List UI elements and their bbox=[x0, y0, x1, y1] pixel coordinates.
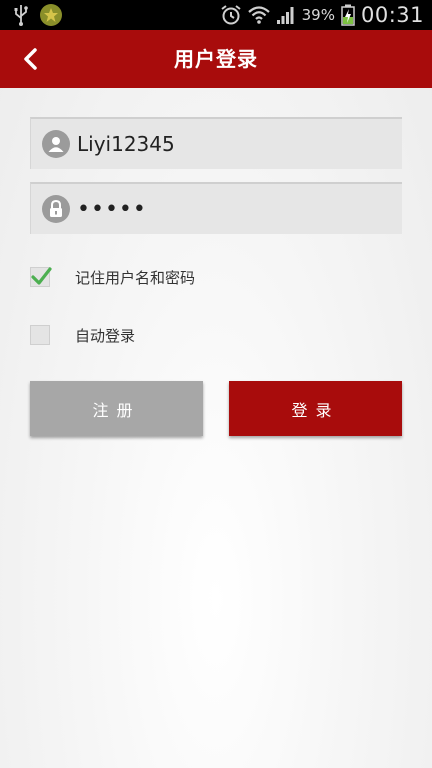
username-input[interactable] bbox=[77, 125, 393, 163]
signal-icon bbox=[276, 7, 294, 24]
username-field[interactable] bbox=[30, 117, 402, 169]
user-icon bbox=[42, 130, 70, 158]
usb-icon bbox=[14, 5, 28, 26]
page-title: 用户登录 bbox=[174, 47, 258, 71]
app-bar: 用户登录 bbox=[0, 30, 432, 88]
auto-login-label: 自动登录 bbox=[75, 326, 136, 345]
remember-label: 记住用户名和密码 bbox=[75, 268, 196, 287]
wifi-icon bbox=[247, 6, 270, 24]
status-left-icons bbox=[12, 4, 62, 26]
login-button[interactable]: 登录 bbox=[229, 381, 402, 436]
battery-percent: 39% bbox=[301, 6, 335, 24]
auto-login-checkbox[interactable] bbox=[30, 325, 50, 345]
remember-credentials-row[interactable]: 记住用户名和密码 bbox=[30, 265, 195, 289]
auto-login-row[interactable]: 自动登录 bbox=[30, 323, 135, 347]
password-input[interactable] bbox=[77, 190, 393, 228]
remember-checkbox[interactable] bbox=[30, 267, 52, 287]
status-bar: 39% 00:31 bbox=[0, 0, 432, 30]
battery-charging-icon bbox=[341, 4, 355, 26]
checkmark-icon bbox=[31, 267, 52, 285]
app-notification-icon bbox=[40, 4, 62, 26]
status-right-icons: 39% 00:31 bbox=[220, 3, 424, 27]
status-clock: 00:31 bbox=[360, 3, 424, 27]
alarm-icon bbox=[221, 5, 241, 25]
password-field[interactable] bbox=[30, 182, 402, 234]
lock-icon bbox=[42, 195, 70, 223]
register-button[interactable]: 注册 bbox=[30, 381, 203, 436]
